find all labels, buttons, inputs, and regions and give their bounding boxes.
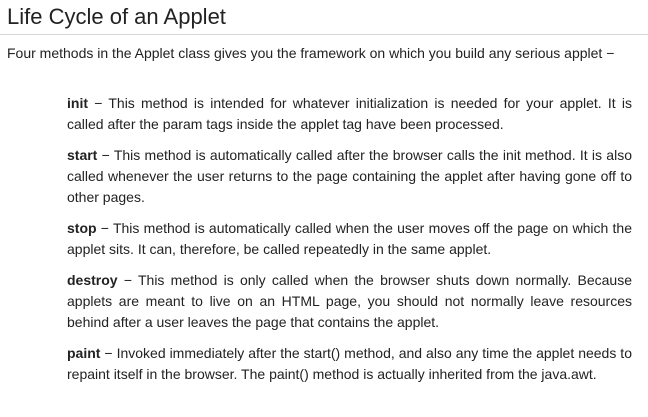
method-list: init − This method is intended for whate… — [67, 93, 632, 395]
method-description: − This method is automatically called wh… — [67, 220, 632, 257]
title-divider — [0, 34, 648, 35]
method-item-destroy: destroy − This method is only called whe… — [67, 270, 632, 333]
method-description: − Invoked immediately after the start() … — [67, 345, 632, 382]
method-description: − This method is intended for whatever i… — [67, 95, 632, 132]
method-name: paint — [67, 345, 101, 361]
method-name: stop — [67, 220, 97, 236]
method-item-start: start − This method is automatically cal… — [67, 145, 632, 208]
method-item-stop: stop − This method is automatically call… — [67, 218, 632, 260]
method-name: destroy — [67, 272, 118, 288]
method-item-paint: paint − Invoked immediately after the st… — [67, 343, 632, 385]
page-title: Life Cycle of an Applet — [7, 4, 226, 29]
method-description: − This method is automatically called af… — [67, 147, 632, 205]
method-name: start — [67, 147, 98, 163]
method-description: − This method is only called when the br… — [67, 272, 632, 330]
method-item-init: init − This method is intended for whate… — [67, 93, 632, 135]
document-page: Life Cycle of an Applet Four methods in … — [0, 0, 648, 417]
intro-paragraph: Four methods in the Applet class gives y… — [7, 45, 615, 61]
method-name: init — [67, 95, 88, 111]
